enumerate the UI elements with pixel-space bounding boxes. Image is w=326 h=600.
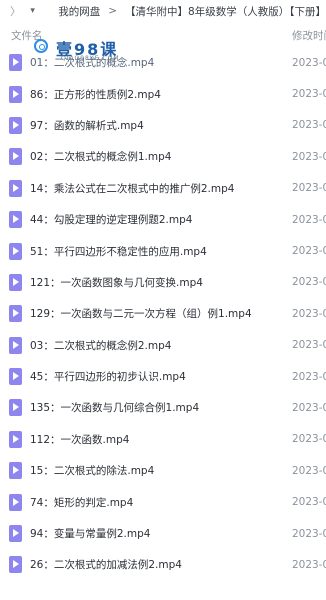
file-row[interactable]: 44：勾股定理的逆定理例题2.mp4 2023-02 bbox=[0, 204, 326, 235]
file-name[interactable]: 121：一次函数图象与几何变换.mp4 bbox=[30, 275, 203, 290]
file-modified-date: 2023-02 bbox=[292, 370, 326, 383]
watermark-subtext: QIAO98KE.COM bbox=[61, 55, 120, 62]
file-modified-date: 2023-02 bbox=[292, 401, 326, 414]
file-row[interactable]: 14：乘法公式在二次根式中的推广例2.mp4 2023-02 bbox=[0, 173, 326, 204]
file-name[interactable]: 26：二次根式的加减法例2.mp4 bbox=[30, 557, 182, 572]
history-dropdown-button[interactable]: ▾ bbox=[29, 3, 36, 19]
file-modified-date: 2023-02 bbox=[292, 182, 326, 195]
video-file-icon bbox=[9, 242, 22, 260]
file-row[interactable]: 86：正方形的性质例2.mp4 2023-02 bbox=[0, 78, 326, 109]
file-row[interactable]: 112：一次函数.mp4 2023-02 bbox=[0, 424, 326, 455]
video-file-icon bbox=[9, 556, 22, 574]
video-file-icon bbox=[9, 399, 22, 417]
file-modified-date: 2023-02 bbox=[292, 245, 326, 258]
watermark: 壹98课 QIAO98KE.COM bbox=[34, 36, 124, 64]
file-name[interactable]: 135：一次函数与几何综合例1.mp4 bbox=[30, 400, 199, 415]
file-name[interactable]: 44：勾股定理的逆定理例题2.mp4 bbox=[30, 212, 192, 227]
file-row[interactable]: 51：平行四边形不稳定性的应用.mp4 2023-02 bbox=[0, 235, 326, 266]
video-file-icon bbox=[9, 54, 22, 72]
file-modified-date: 2023-02 bbox=[292, 527, 326, 540]
file-modified-date: 2023-02 bbox=[292, 119, 326, 132]
file-name[interactable]: 129：一次函数与二元一次方程（组）例1.mp4 bbox=[30, 306, 252, 321]
column-header-date[interactable]: 修改时间 bbox=[292, 28, 326, 43]
file-row[interactable]: 45：平行四边形的初步认识.mp4 2023-02 bbox=[0, 361, 326, 392]
file-name[interactable]: 97：函数的解析式.mp4 bbox=[30, 118, 144, 133]
top-bar: 〉 ▾ 我的网盘 > 【清华附中】8年级数学（人教版）【下册】 bbox=[0, 0, 326, 22]
breadcrumb-separator: > bbox=[108, 5, 118, 17]
file-row[interactable]: 02：二次根式的概念例1.mp4 2023-02 bbox=[0, 141, 326, 172]
video-file-icon bbox=[9, 525, 22, 543]
video-file-icon bbox=[9, 368, 22, 386]
file-name[interactable]: 45：平行四边形的初步认识.mp4 bbox=[30, 369, 186, 384]
back-button[interactable]: 〉 bbox=[10, 3, 21, 19]
breadcrumb-item-root[interactable]: 我的网盘 bbox=[58, 4, 100, 19]
video-file-icon bbox=[9, 211, 22, 229]
file-name[interactable]: 86：正方形的性质例2.mp4 bbox=[30, 87, 161, 102]
file-modified-date: 2023-02 bbox=[292, 213, 326, 226]
file-name[interactable]: 03：二次根式的概念例2.mp4 bbox=[30, 338, 171, 353]
file-modified-date: 2023-02 bbox=[292, 276, 326, 289]
file-modified-date: 2023-02 bbox=[292, 433, 326, 446]
video-file-icon bbox=[9, 493, 22, 511]
file-row[interactable]: 94：变量与常量例2.mp4 2023-02 bbox=[0, 518, 326, 549]
file-row[interactable]: 74：矩形的判定.mp4 2023-02 bbox=[0, 486, 326, 517]
video-file-icon bbox=[9, 430, 22, 448]
file-row[interactable]: 97：函数的解析式.mp4 2023-02 bbox=[0, 110, 326, 141]
file-name[interactable]: 14：乘法公式在二次根式中的推广例2.mp4 bbox=[30, 181, 234, 196]
file-modified-date: 2023-02 bbox=[292, 339, 326, 352]
file-name[interactable]: 15：二次根式的除法.mp4 bbox=[30, 463, 154, 478]
video-file-icon bbox=[9, 305, 22, 323]
file-row[interactable]: 26：二次根式的加减法例2.mp4 2023-02 bbox=[0, 549, 326, 580]
breadcrumb-item-current[interactable]: 【清华附中】8年级数学（人教版）【下册】 bbox=[125, 4, 326, 19]
file-row[interactable]: 15：二次根式的除法.mp4 2023-02 bbox=[0, 455, 326, 486]
file-modified-date: 2023-02 bbox=[292, 88, 326, 101]
file-modified-date: 2023-02 bbox=[292, 307, 326, 320]
video-file-icon bbox=[9, 116, 22, 134]
file-modified-date: 2023-02 bbox=[292, 56, 326, 69]
file-name[interactable]: 74：矩形的判定.mp4 bbox=[30, 495, 133, 510]
file-modified-date: 2023-02 bbox=[292, 496, 326, 509]
video-file-icon bbox=[9, 462, 22, 480]
file-modified-date: 2023-02 bbox=[292, 150, 326, 163]
file-row[interactable]: 135：一次函数与几何综合例1.mp4 2023-02 bbox=[0, 392, 326, 423]
file-name[interactable]: 02：二次根式的概念例1.mp4 bbox=[30, 149, 171, 164]
video-file-icon bbox=[9, 273, 22, 291]
video-file-icon bbox=[9, 179, 22, 197]
breadcrumb: 我的网盘 > 【清华附中】8年级数学（人教版）【下册】 bbox=[58, 4, 326, 19]
file-row[interactable]: 03：二次根式的概念例2.mp4 2023-02 bbox=[0, 330, 326, 361]
watermark-logo-icon bbox=[34, 39, 48, 53]
file-modified-date: 2023-02 bbox=[292, 558, 326, 571]
file-name[interactable]: 112：一次函数.mp4 bbox=[30, 432, 129, 447]
file-name[interactable]: 51：平行四边形不稳定性的应用.mp4 bbox=[30, 244, 207, 259]
file-list: 01：二次根式的概念.mp42023-0286：正方形的性质例2.mp42023… bbox=[0, 47, 326, 581]
file-name[interactable]: 94：变量与常量例2.mp4 bbox=[30, 526, 150, 541]
video-file-icon bbox=[9, 148, 22, 166]
file-row[interactable]: 121：一次函数图象与几何变换.mp4 2023-02 bbox=[0, 267, 326, 298]
video-file-icon bbox=[9, 336, 22, 354]
video-file-icon bbox=[9, 85, 22, 103]
file-modified-date: 2023-02 bbox=[292, 464, 326, 477]
file-row[interactable]: 129：一次函数与二元一次方程（组）例1.mp4 2023-02 bbox=[0, 298, 326, 329]
